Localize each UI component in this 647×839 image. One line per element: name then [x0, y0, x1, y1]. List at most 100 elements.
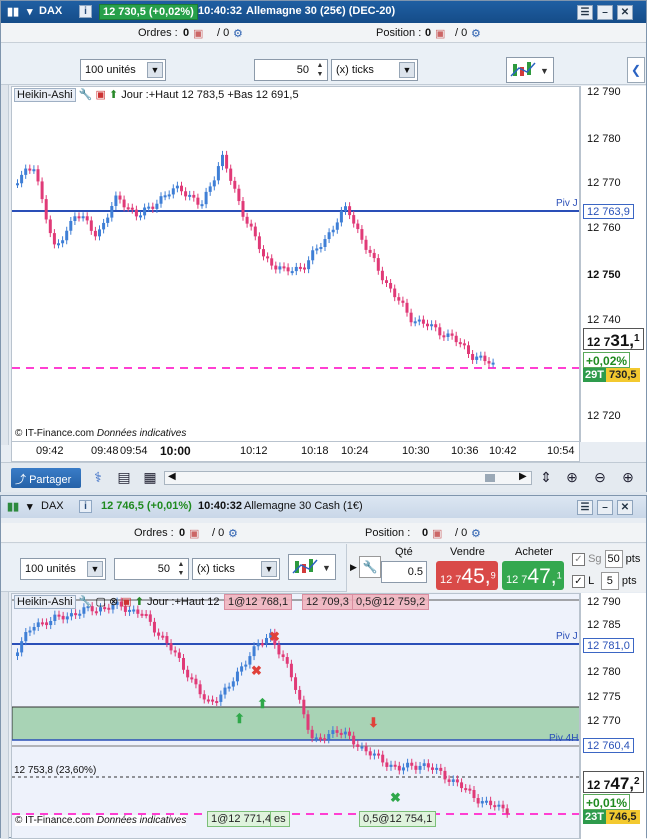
sg-input[interactable]: 50 — [604, 550, 623, 568]
candle-body — [20, 641, 24, 653]
bar-chart-icon: ▮▮ — [7, 501, 20, 513]
save-icon[interactable]: ▦ — [141, 468, 159, 486]
trade-panel: ▶ 🔧 Qté 0.5 Vendre 12 745,9 Acheter 12 7… — [346, 544, 646, 592]
candle-body — [216, 166, 220, 181]
price-chart[interactable]: Heikin-Ashi 🔧 ▢ ⊗ ▣ ⬆ Jour :+Haut 12 1@1… — [11, 593, 580, 839]
change-percent: +0,02% — [583, 352, 631, 368]
window-icon[interactable]: ▢ — [95, 596, 105, 608]
buy-button[interactable]: 12 747,1 — [502, 561, 564, 590]
quantity-select[interactable]: 100 unités ▼ — [80, 59, 166, 81]
candle-body — [479, 355, 483, 358]
move-up-icon[interactable]: ⬆ — [109, 89, 118, 101]
cancel-orders-icon[interactable]: ▣ — [193, 27, 203, 40]
chart-type-button[interactable]: ▼ — [506, 57, 554, 83]
sell-arrow-icon: ⬇ — [368, 715, 379, 730]
zoom-fit-icon[interactable]: ⊕ — [563, 468, 581, 486]
gear-icon[interactable]: ⚙ — [471, 527, 481, 540]
candle-body — [194, 678, 198, 685]
move-up-icon[interactable]: ⬆ — [135, 596, 144, 608]
ticks-select-value: (x) ticks — [197, 563, 235, 575]
candle-body — [196, 197, 200, 205]
ticks-stepper[interactable]: 50 ▲ ▼ — [254, 59, 328, 81]
autoscale-icon[interactable]: ⇕ — [537, 468, 555, 486]
spin-arrows-icon[interactable]: ▲ ▼ — [314, 61, 326, 79]
delete-indicator-icon[interactable]: ▣ — [95, 89, 105, 101]
candle-body — [212, 180, 216, 187]
candle-body — [343, 731, 347, 735]
spin-arrows-icon[interactable]: ▲ ▼ — [175, 560, 187, 578]
chart-type-button[interactable]: ▼ — [288, 554, 336, 580]
chevron-down-icon[interactable]: ▾ — [27, 500, 33, 513]
scroll-thumb[interactable] — [485, 474, 495, 482]
wrench-icon[interactable]: 🔧 — [79, 89, 93, 101]
candle-body — [472, 789, 476, 799]
orders-bar: Ordres : 0 ▣ / 0 ⚙ Position : 0 ▣ / 0 ⚙ — [1, 523, 646, 543]
chevron-down-icon[interactable]: ▾ — [27, 5, 33, 18]
wrench-icon[interactable]: 🔧 — [359, 556, 381, 578]
x-tick: 10:00 — [160, 444, 191, 458]
price-prefix: 12 7 — [587, 778, 611, 792]
ticks-stepper[interactable]: 50 ▲ ▼ — [114, 558, 189, 580]
layout-icon[interactable]: ☰ — [577, 5, 593, 20]
cancel-orders-icon[interactable]: ▣ — [189, 527, 199, 540]
minimize-icon[interactable]: – — [597, 5, 613, 20]
zoom-in-icon[interactable]: ⊕ — [619, 468, 637, 486]
delete-indicator-icon[interactable]: ▣ — [121, 596, 131, 608]
order-toolbar: 100 unités ▼ 50 ▲ ▼ (x) ticks ▼ ▼ ❮ — [1, 43, 646, 85]
sg-label: Sg — [588, 553, 602, 565]
stop-loss-checkbox[interactable]: ✓ — [572, 552, 585, 566]
order-label[interactable]: 12 709,3 — [302, 594, 353, 610]
x-tick: 10:12 — [240, 445, 268, 457]
candle-body — [240, 666, 244, 672]
scroll-right-icon[interactable]: ▶ — [519, 471, 527, 482]
candle-body — [447, 779, 451, 782]
gear-icon[interactable]: ⚙ — [228, 527, 238, 540]
time-scrollbar[interactable]: ◀ ▶ — [164, 471, 532, 485]
chevron-right-icon[interactable]: ▶ — [350, 562, 357, 573]
layout-icon[interactable]: ☰ — [577, 500, 593, 515]
orders-slash: / 0 — [217, 27, 230, 39]
chart-tools-icon[interactable]: ❮ — [627, 57, 645, 83]
info-icon[interactable]: i — [79, 5, 92, 18]
candle-body — [331, 730, 335, 735]
candle-body — [253, 226, 257, 237]
close-icon[interactable]: ✕ — [617, 5, 633, 20]
last-price-tag: 730,5 — [605, 368, 640, 382]
order-label[interactable]: 1@12 771,4 — [207, 811, 276, 827]
candle-body — [235, 671, 239, 682]
candle-body — [480, 801, 484, 804]
scroll-left-icon[interactable]: ◀ — [168, 471, 176, 482]
bottom-toolbar: ⤴ Partager ⚕ ▤ ▦ ◀ ▶ ⇕ ⊕ ⊖ ⊕ — [1, 462, 646, 492]
notes-icon[interactable]: ▤ — [115, 468, 133, 486]
l-input[interactable]: 5 — [600, 572, 619, 590]
zoom-out-icon[interactable]: ⊖ — [591, 468, 609, 486]
qty-input[interactable]: 0.5 — [381, 561, 427, 583]
candle-body — [352, 735, 356, 745]
close-position-icon[interactable]: ▣ — [435, 27, 445, 40]
order-label[interactable]: 0,5@12 754,1 — [359, 811, 437, 827]
candle-body — [434, 324, 438, 328]
gear-icon[interactable]: ⚙ — [233, 27, 243, 40]
indicator-icon[interactable]: ⚕ — [89, 468, 107, 486]
gear-icon[interactable]: ⚙ — [471, 27, 481, 40]
pivot-4h-value-tag: 12 760,4 — [583, 738, 634, 753]
ticks-select[interactable]: (x) ticks ▼ — [331, 59, 418, 81]
pivot-4h-label: Piv 4H — [549, 733, 579, 744]
quantity-select[interactable]: 100 unités ▼ — [20, 558, 106, 580]
remove-icon[interactable]: ⊗ — [109, 596, 118, 608]
candle-body — [122, 199, 126, 208]
minimize-icon[interactable]: – — [597, 500, 613, 515]
price-chart[interactable]: Heikin-Ashi 🔧 ▣ ⬆ Jour :+Haut 12 783,5 +… — [11, 86, 580, 442]
candle-body — [274, 265, 278, 270]
ticks-select[interactable]: (x) ticks ▼ — [192, 558, 280, 580]
close-position-icon[interactable]: ▣ — [432, 527, 442, 540]
share-button[interactable]: ⤴ Partager — [11, 468, 81, 488]
limit-checkbox[interactable]: ✓ — [572, 574, 585, 588]
close-icon[interactable]: ✕ — [617, 500, 633, 515]
sell-button[interactable]: 12 745,9 — [436, 561, 498, 590]
order-label[interactable]: 0,5@12 759,2 — [352, 594, 430, 610]
candle-body — [282, 266, 286, 269]
order-label[interactable]: 1@12 768,1 — [224, 594, 293, 610]
wrench-icon[interactable]: 🔧 — [79, 596, 93, 608]
info-icon[interactable]: i — [79, 500, 92, 513]
